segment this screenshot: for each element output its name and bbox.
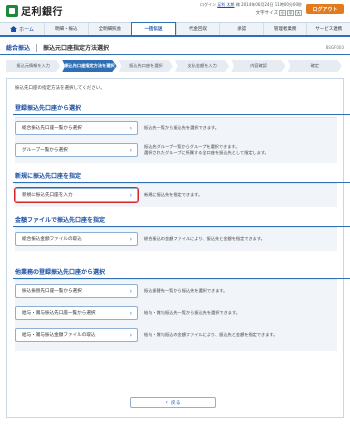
step-1: 振込元情報を入力 [6, 60, 61, 72]
option-description: 給与・賞与振込の金額ファイルにより、振込先と金額を指定できます。 [144, 332, 278, 337]
import-amount-file-button[interactable]: 総合振込金額ファイルの取込 › [15, 232, 138, 246]
select-from-account-list-button[interactable]: 総合振込先口座一覧から選択 › [15, 121, 138, 135]
button-label: 給与・賞与振込先口座一覧から選択 [22, 311, 96, 316]
font-size-selector: 文字サイズ 小 中 大 [256, 10, 302, 16]
chevron-right-icon: › [129, 236, 132, 243]
option-description: 総合振込の金額ファイルにより、振込先と金額を指定できます。 [144, 236, 265, 241]
user-prefix: ログイン [199, 2, 216, 7]
option-row: 新規に振込先口座を入力 › 新規に振込先を指定できます。 [13, 186, 335, 204]
bank-name: 足利銀行 [21, 7, 63, 18]
font-size-large-button[interactable]: 大 [295, 10, 302, 16]
section-title-file: 金額ファイルで振込先口座を指定 [12, 217, 350, 227]
page-title-bar: 総合振込 振込元口座指定方法選択 BSGF003 [0, 41, 350, 55]
option-description: 振込先グループ一覧からグループを選択できます。 選択されたグループに所属する全口… [144, 144, 269, 156]
nav-item-bulk-transfer[interactable]: 一括伝送 [131, 22, 176, 35]
chevron-right-icon: › [129, 147, 132, 154]
select-from-group-list-button[interactable]: グループ一覧から選択 › [15, 143, 138, 157]
nav-item-transfer[interactable]: 明細・振込 [44, 23, 88, 35]
screen-code: BSGF003 [325, 45, 344, 50]
step-4: 支払金額を入力 [174, 60, 230, 72]
nav-item-statements[interactable]: 全明細照会 [87, 23, 132, 35]
enter-new-account-button[interactable]: 新規に振込先口座を入力 › [13, 186, 140, 204]
step-indicator: 振込元情報を入力 振込先口座指定方法を選択 振込先口座を選択 支払金額を入力 内… [6, 60, 344, 72]
button-label: グループ一覧から選択 [22, 148, 68, 153]
section-name: 総合振込 [6, 45, 31, 52]
option-description: 振込先一覧から振込先を選択できます。 [144, 125, 219, 130]
step-6: 確定 [287, 60, 342, 72]
chevron-right-icon: › [129, 125, 132, 132]
button-label: 新規に振込先口座を入力 [22, 193, 73, 198]
nav-item-admin[interactable]: 管理者業務 [262, 23, 307, 35]
option-row: 給与・賞与振込先口座一覧から選択 › 給与・賞与振込先一覧から振込先を選択できま… [15, 306, 335, 320]
step-3: 振込先口座を選択 [118, 60, 173, 72]
nav-item-service-link[interactable]: サービス連携 [306, 23, 350, 35]
option-row: 総合振込先口座一覧から選択 › 振込先一覧から振込先を選択できます。 [15, 121, 335, 135]
font-size-small-button[interactable]: 小 [279, 10, 286, 16]
select-from-salary-list-button[interactable]: 給与・賞与振込先口座一覧から選択 › [15, 306, 138, 320]
section-title-registered: 登録振込先口座から選択 [12, 105, 350, 115]
back-button[interactable]: ‹ 戻る [130, 397, 216, 408]
font-size-medium-button[interactable]: 中 [287, 10, 294, 16]
chevron-right-icon: › [129, 332, 132, 339]
option-description: 給与・賞与振込先一覧から振込先を選択できます。 [144, 310, 240, 315]
main-panel: 振込先口座の指定方法を選択してください。 登録振込先口座から選択 総合振込先口座… [6, 78, 350, 418]
user-suffix: 様 [235, 2, 240, 7]
bank-logo[interactable]: 足利銀行 [6, 3, 63, 18]
bank-logo-mark-icon [6, 4, 18, 17]
option-row: 給与・賞与振込金額ファイルの取込 › 給与・賞与振込の金額ファイルにより、振込先… [15, 328, 335, 342]
section-title-other: 他業務の登録振込先口座から選択 [12, 269, 350, 279]
option-row: 振込振替先口座一覧から選択 › 振込振替先一覧から振込先を選択できます。 [15, 284, 335, 298]
button-label: 総合振込先口座一覧から選択 [22, 126, 82, 131]
user-info: ログイン 足利 太郎 様 2014年06月24日 11時00分00秒 [200, 2, 302, 8]
global-nav: ホーム 明細・振込 全明細照会 一括伝送 代金回収 承認 管理者業務 サービス連… [0, 22, 350, 37]
nav-home-label: ホーム [19, 26, 34, 33]
nav-item-collection[interactable]: 代金回収 [175, 23, 220, 35]
chevron-right-icon: › [129, 288, 132, 295]
intro-text: 振込先口座の指定方法を選択してください。 [15, 86, 105, 91]
option-row: グループ一覧から選択 › 振込先グループ一覧からグループを選択できます。 選択さ… [15, 143, 335, 157]
chevron-right-icon: › [129, 310, 132, 317]
logout-button[interactable]: ログアウト [306, 4, 344, 14]
option-description: 新規に振込先を指定できます。 [144, 192, 203, 197]
title-divider [36, 43, 38, 52]
option-description: 振込振替先一覧から振込先を選択できます。 [144, 288, 228, 293]
description-line-2: 選択されたグループに所属する全口座を振込先として指定します。 [144, 150, 269, 155]
top-header: 足利銀行 ログイン 足利 太郎 様 2014年06月24日 11時00分00秒 … [0, 0, 350, 20]
last-login: 2014年06月24日 11時00分00秒 [241, 2, 302, 7]
step-5: 内容確認 [231, 60, 286, 72]
section-title-new: 新規に振込先口座を指定 [12, 173, 350, 183]
step-2: 振込先口座指定方法を選択 [62, 60, 117, 72]
button-label: 総合振込金額ファイルの取込 [22, 237, 82, 242]
chevron-right-icon: › [129, 192, 132, 199]
font-size-label: 文字サイズ [255, 11, 278, 16]
chevron-left-icon: ‹ [165, 399, 168, 406]
import-salary-file-button[interactable]: 給与・賞与振込金額ファイルの取込 › [15, 328, 138, 342]
option-row: 総合振込金額ファイルの取込 › 総合振込の金額ファイルにより、振込先と金額を指定… [15, 232, 335, 246]
button-label: 給与・賞与振込金額ファイルの取込 [22, 333, 96, 338]
back-label: 戻る [170, 401, 181, 406]
select-from-transfer-list-button[interactable]: 振込振替先口座一覧から選択 › [15, 284, 138, 298]
nav-item-approval[interactable]: 承認 [219, 23, 263, 35]
nav-home[interactable]: ホーム [0, 23, 44, 35]
page-title: 振込元口座指定方法選択 [43, 45, 110, 52]
home-icon [10, 26, 18, 32]
button-label: 振込振替先口座一覧から選択 [22, 289, 82, 294]
user-name[interactable]: 足利 太郎 [217, 2, 234, 7]
